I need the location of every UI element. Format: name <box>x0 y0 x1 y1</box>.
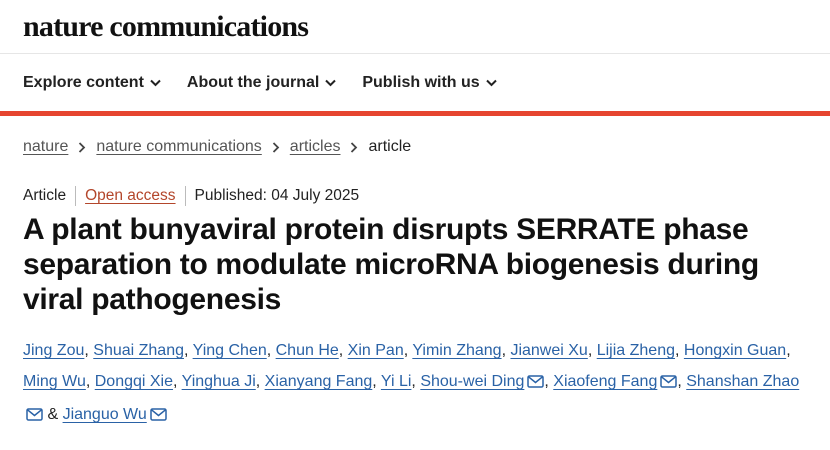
author-separator: , <box>173 373 182 390</box>
site-logo[interactable]: nature communications <box>23 10 309 44</box>
author-link[interactable]: Yi Li <box>381 373 412 390</box>
article-type: Article <box>23 187 67 204</box>
breadcrumb: nature nature communications articles ar… <box>0 138 830 156</box>
author-link[interactable]: Hongxin Guan <box>684 342 786 359</box>
author-separator: , <box>84 342 94 359</box>
chevron-down-icon <box>485 79 497 86</box>
author-link[interactable]: Xin Pan <box>348 342 404 359</box>
author-separator: , <box>411 373 421 390</box>
breadcrumb-articles[interactable]: articles <box>290 138 341 156</box>
author-separator: , <box>587 342 597 359</box>
author-separator: , <box>372 373 381 390</box>
author-separator: , <box>338 342 348 359</box>
author-list: Jing Zou, Shuai Zhang, Ying Chen, Chun H… <box>0 335 830 432</box>
meta-divider <box>75 186 77 206</box>
chevron-right-icon <box>272 141 280 153</box>
author-separator: , <box>255 373 265 390</box>
published-date: Published: 04 July 2025 <box>194 187 360 204</box>
nav-item-label: Publish with us <box>362 73 480 91</box>
main-nav: Explore content About the journal Publis… <box>0 54 830 111</box>
author-separator: , <box>786 342 791 359</box>
author-link[interactable]: Dongqi Xie <box>95 373 173 390</box>
accent-divider <box>0 111 830 116</box>
author-link[interactable]: Ying Chen <box>193 342 267 359</box>
author-link[interactable]: Lijia Zheng <box>597 342 675 359</box>
breadcrumb-nature-communications[interactable]: nature communications <box>96 138 261 156</box>
author-separator: , <box>85 373 95 390</box>
chevron-down-icon <box>325 79 337 86</box>
breadcrumb-nature[interactable]: nature <box>23 138 68 156</box>
author-link[interactable]: Yimin Zhang <box>412 342 501 359</box>
author-link[interactable]: Jianguo Wu <box>63 406 147 423</box>
nav-item-label: Explore content <box>23 73 144 91</box>
author-link[interactable]: Yinghua Ji <box>182 373 256 390</box>
chevron-down-icon <box>150 79 161 86</box>
nav-about-the-journal[interactable]: About the journal <box>186 73 337 92</box>
author-separator: , <box>675 342 684 359</box>
author-link[interactable]: Ming Wu <box>23 373 86 390</box>
nav-item-label: About the journal <box>186 73 320 91</box>
envelope-icon[interactable] <box>150 401 167 432</box>
breadcrumb-current: article <box>368 138 412 155</box>
envelope-icon[interactable] <box>26 401 43 432</box>
envelope-icon[interactable] <box>660 368 678 399</box>
site-header: nature communications <box>0 0 830 54</box>
nav-explore-content[interactable]: Explore content <box>23 74 161 92</box>
author-separator: , <box>677 373 687 390</box>
author-link[interactable]: Xianyang Fang <box>265 373 373 390</box>
envelope-icon[interactable] <box>527 368 545 399</box>
chevron-right-icon <box>350 141 358 153</box>
author-separator: , <box>544 373 554 390</box>
author-separator: , <box>184 342 193 359</box>
author-link[interactable]: Jianwei Xu <box>510 342 587 359</box>
author-link[interactable]: Shanshan Zhao <box>686 373 799 390</box>
author-link[interactable]: Jing Zou <box>23 342 84 359</box>
author-link[interactable]: Chun He <box>276 342 339 359</box>
author-link[interactable]: Xiaofeng Fang <box>553 373 657 390</box>
chevron-right-icon <box>78 141 86 153</box>
meta-divider <box>184 186 186 206</box>
author-separator: , <box>266 342 276 359</box>
author-separator: & <box>43 406 63 423</box>
nav-publish-with-us[interactable]: Publish with us <box>362 73 497 92</box>
author-link[interactable]: Shuai Zhang <box>93 342 184 359</box>
open-access-link[interactable]: Open access <box>85 187 175 205</box>
article-meta: Article Open access Published: 04 July 2… <box>0 186 830 206</box>
author-link[interactable]: Shou-wei Ding <box>420 373 524 390</box>
article-title: A plant bunyaviral protein disrupts SERR… <box>23 213 759 316</box>
